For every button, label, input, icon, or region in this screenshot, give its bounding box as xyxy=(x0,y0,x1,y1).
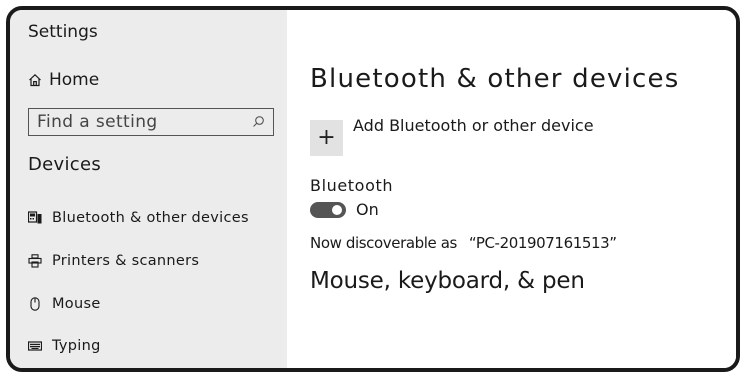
sidebar-item-label: Bluetooth & other devices xyxy=(52,210,249,226)
sidebar-item-label: Home xyxy=(49,70,100,90)
page-title: Bluetooth & other devices xyxy=(310,64,680,94)
sidebar-item-label: Typing xyxy=(52,338,101,354)
add-device-button[interactable]: + xyxy=(310,120,343,156)
settings-window: Settings Home Devices xyxy=(6,6,740,372)
search-box xyxy=(28,108,274,136)
app-title: Settings xyxy=(28,22,98,42)
section-heading-mouse-keyboard-pen: Mouse, keyboard, & pen xyxy=(310,268,585,294)
add-device-label[interactable]: Add Bluetooth or other device xyxy=(353,116,594,135)
pc-name: “PC-201907161513” xyxy=(468,234,617,252)
bluetooth-heading: Bluetooth xyxy=(310,176,394,195)
sidebar-item-typing[interactable]: Typing xyxy=(28,338,101,354)
bluetooth-toggle-row: On xyxy=(310,200,379,219)
bluetooth-devices-icon xyxy=(28,211,42,225)
sidebar-item-printers[interactable]: Printers & scanners xyxy=(28,253,199,269)
sidebar-item-label: Mouse xyxy=(52,296,101,312)
add-device-row: + Add Bluetooth or other device xyxy=(310,114,594,156)
sidebar-item-label: Printers & scanners xyxy=(52,253,200,269)
search-input[interactable] xyxy=(37,112,237,132)
main-content: Bluetooth & other devices + Add Bluetoot… xyxy=(287,10,736,368)
keyboard-icon xyxy=(28,339,42,353)
sidebar-item-home[interactable]: Home xyxy=(28,70,99,90)
bluetooth-toggle[interactable] xyxy=(310,201,346,218)
toggle-knob xyxy=(332,204,342,215)
home-icon xyxy=(28,73,42,87)
discoverable-status: Now discoverable as “PC-201907161513” xyxy=(310,234,617,252)
mouse-icon xyxy=(28,297,42,311)
printer-icon xyxy=(28,254,42,268)
section-heading-devices: Devices xyxy=(28,154,102,175)
discoverable-prefix: Now discoverable as xyxy=(310,234,457,252)
search-icon[interactable] xyxy=(252,113,265,132)
sidebar: Settings Home Devices xyxy=(10,10,287,368)
sidebar-item-mouse[interactable]: Mouse xyxy=(28,296,101,312)
sidebar-item-bluetooth[interactable]: Bluetooth & other devices xyxy=(28,210,249,226)
toggle-state-label: On xyxy=(356,200,379,219)
